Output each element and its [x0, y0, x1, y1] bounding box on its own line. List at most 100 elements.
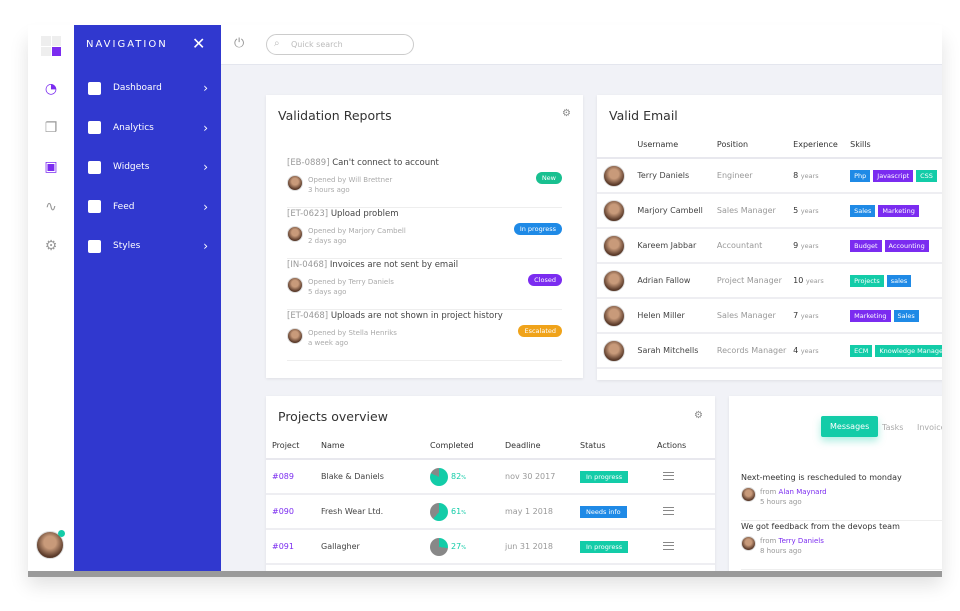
close-icon[interactable]: ✕ [192, 34, 205, 53]
tab-invoices[interactable]: Invoices [917, 423, 942, 432]
skill-tag: CSS [916, 169, 937, 182]
email-table: Username Position Experience Skills Terry Da… [597, 132, 942, 369]
menu-icon[interactable] [663, 541, 674, 550]
table-row[interactable]: Helen Miller Sales Manager 7 years Marketin… [597, 298, 942, 334]
column-header: Skills [850, 132, 942, 159]
table-row[interactable]: #092Crash Records34%mar 31 2018In progre… [266, 564, 715, 571]
nav-item-dashboard[interactable]: Dashboard › [88, 78, 208, 98]
table-row[interactable]: Terry Daniels Engineer 8 years Php Javascrip… [597, 158, 942, 194]
card-title: Projects overview [278, 409, 388, 424]
avatar [603, 339, 625, 362]
column-header: Status [580, 433, 657, 460]
avatar [603, 164, 625, 187]
nav-item-styles[interactable]: Styles › [88, 236, 208, 256]
avatar [287, 175, 303, 191]
gear-icon[interactable]: ⚙ [694, 410, 703, 421]
top-bar: ⏻ ⌕ Quick search [221, 25, 942, 65]
trend-icon[interactable]: ∿ [42, 198, 60, 216]
project-link[interactable]: #092 [266, 564, 321, 571]
chevron-right-icon: › [203, 81, 208, 95]
gear-icon[interactable]: ⚙ [562, 108, 571, 119]
avatar [287, 277, 303, 293]
project-link[interactable]: #090 [266, 494, 321, 530]
report-item[interactable]: [ET-0623] Upload problem Opened by Marjor… [287, 209, 562, 259]
column-header: Name [321, 433, 430, 460]
status-badge: Escalated [518, 325, 562, 337]
skill-tag: Accounting [884, 239, 929, 252]
skill-tag: Marketing [878, 204, 919, 217]
valid-email-card: Valid Email Username Position Experience Sk… [597, 95, 942, 380]
status-badge: In progress [513, 223, 562, 235]
projects-table: Project Name Completed Deadline Status Action… [266, 433, 715, 571]
nav-item-feed[interactable]: Feed › [88, 197, 208, 217]
speedometer-icon[interactable]: ◔ [42, 80, 60, 98]
drop-icon [88, 239, 101, 253]
table-row[interactable]: #090 Fresh Wear Ltd. 61% may 1 2018 Needs in… [266, 494, 715, 530]
chevron-right-icon: › [203, 160, 208, 174]
column-header: Actions [657, 433, 715, 460]
report-item[interactable]: [ET-0468] Uploads are not shown in proje… [287, 311, 562, 361]
app-window: ◔ ❐ ▣ ∿ ⚙ NAVIGATION ✕ Dashboard › Analyti… [28, 25, 942, 571]
column-header: Position [716, 132, 794, 159]
card-title: Validation Reports [278, 108, 392, 123]
sender-link[interactable]: Alan Maynard [779, 488, 827, 496]
completion-percent: 27% [451, 542, 466, 551]
status-badge: Needs info [580, 505, 627, 518]
feed-icon [88, 200, 101, 213]
status-badge: In progress [580, 470, 629, 483]
menu-icon[interactable] [663, 506, 674, 515]
skill-tag: Php [850, 169, 871, 182]
column-header: Username [637, 132, 717, 159]
sender-link[interactable]: Terry Daniels [779, 537, 824, 545]
table-row[interactable]: Adrian Fallow Project Manager 10 years Proj… [597, 263, 942, 299]
skill-tag: Sales [893, 309, 919, 322]
skill-tag: sales [886, 274, 912, 287]
search-input[interactable]: ⌕ Quick search [266, 34, 414, 55]
message-item[interactable]: We got feedback from the devops team from… [741, 522, 942, 570]
completion-percent: 61% [451, 507, 466, 516]
documents-icon[interactable]: ❐ [42, 119, 60, 137]
skill-tag: Knowledge Management [875, 344, 942, 357]
validation-reports-card: Validation Reports ⚙ [EB-0889] Can't con… [266, 95, 583, 378]
status-badge: Closed [528, 274, 562, 286]
avatar [603, 304, 625, 327]
table-row[interactable]: #091 Gallagher 27% jun 31 2018 In progress [266, 529, 715, 565]
project-link[interactable]: #091 [266, 529, 321, 565]
status-badge: New [535, 172, 562, 184]
briefcase-icon[interactable]: ▣ [42, 158, 60, 176]
avatar [287, 328, 303, 344]
chevron-right-icon: › [203, 239, 208, 253]
report-item[interactable]: [EB-0889] Can't connect to account Opened… [287, 158, 562, 208]
skill-tag: Sales [850, 204, 876, 217]
project-link[interactable]: #089 [266, 459, 321, 495]
widgets-icon [88, 160, 101, 174]
gear-icon[interactable]: ⚙ [42, 237, 60, 255]
status-badge: In progress [580, 540, 629, 553]
table-row[interactable]: Marjory Cambell Sales Manager 5 years Sales… [597, 193, 942, 229]
report-item[interactable]: [IN-0468] Invoices are not sent by email… [287, 260, 562, 310]
message-item[interactable]: Next-meeting is rescheduled to monday fro… [741, 473, 942, 521]
chevron-right-icon: › [203, 120, 208, 135]
menu-icon[interactable] [663, 471, 674, 480]
power-icon[interactable]: ⏻ [234, 36, 244, 51]
nav-title: NAVIGATION [86, 39, 168, 50]
avatar [603, 269, 625, 292]
avatar [603, 199, 625, 222]
skill-tag: Budget [850, 239, 882, 252]
table-row[interactable]: Sarah Mitchells Records Manager 4 years ECM… [597, 333, 942, 369]
nav-item-widgets[interactable]: Widgets › [88, 157, 208, 177]
column-header: Deadline [505, 433, 580, 460]
tab-tasks[interactable]: Tasks [882, 423, 903, 432]
messages-card: MessagesTasks Invoices Next-meeting is re… [729, 396, 942, 571]
avatar [741, 536, 756, 551]
tab-messages[interactable]: Messages [821, 416, 879, 437]
nav-item-analytics[interactable]: Analytics › [88, 118, 208, 138]
table-row[interactable]: #089 Blake & Daniels 82% nov 30 2017 In prog… [266, 459, 715, 495]
logo [41, 36, 61, 56]
analytics-icon [88, 121, 101, 134]
column-header: Experience [793, 132, 851, 159]
table-row[interactable]: Kareem Jabbar Accountant 9 years Budget Acco… [597, 228, 942, 264]
avatar [603, 234, 625, 257]
dashboard-icon [88, 81, 101, 95]
projects-overview-card: Projects overview ⚙ Project Name Completed… [266, 396, 715, 571]
